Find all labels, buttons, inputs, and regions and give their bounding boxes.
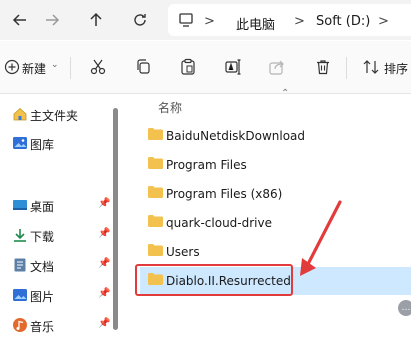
folder-icon — [148, 157, 163, 169]
breadcrumb-this-pc[interactable]: 此电脑 — [236, 14, 275, 33]
cut-icon — [90, 59, 106, 75]
download-icon — [14, 229, 26, 242]
file-row[interactable]: BaiduNetdiskDownload — [140, 122, 411, 150]
nav-item-label: 文档 — [30, 260, 55, 274]
nav-item-gallery[interactable]: 图库 — [0, 131, 120, 155]
folder-icon — [148, 186, 163, 198]
delete-icon — [317, 60, 329, 75]
desktop-icon — [13, 200, 27, 210]
chevron-down-icon[interactable]: ⌄ — [51, 60, 59, 70]
pin-icon[interactable]: 📌 — [98, 228, 110, 239]
pin-icon[interactable]: 📌 — [98, 198, 110, 209]
arrow-left-icon — [12, 14, 26, 26]
new-icon — [4, 59, 20, 75]
sort-icon — [363, 60, 379, 74]
annotation-arrow-icon — [300, 200, 342, 276]
nav-item-downloads[interactable]: 下载 📌 — [0, 223, 120, 247]
nav-item-desktop[interactable]: 桌面 📌 — [0, 193, 120, 217]
back-button[interactable] — [8, 8, 32, 32]
rename-button[interactable] — [221, 55, 245, 79]
address-bar-area: > 此电脑 > Soft (D:) > — [0, 0, 411, 40]
sort-caret-icon: ⌃ — [281, 88, 290, 99]
sort-button[interactable] — [359, 55, 383, 79]
up-button[interactable] — [84, 8, 108, 32]
sort-label[interactable]: 排序 — [384, 60, 408, 77]
nav-item-label: 主文件夹 — [30, 109, 79, 123]
folder-icon — [148, 244, 163, 256]
share-icon — [269, 60, 284, 75]
annotation-highlight-box — [135, 264, 293, 296]
documents-icon — [14, 258, 26, 272]
computer-icon — [179, 13, 193, 27]
chat-bubble-icon[interactable]: … — [398, 300, 411, 316]
gallery-icon — [13, 137, 27, 149]
pictures-icon — [13, 289, 27, 301]
chevron-right-icon: > — [378, 14, 389, 29]
chevron-right-icon: > — [204, 14, 215, 29]
nav-item-label: 图库 — [30, 138, 55, 152]
paste-button[interactable] — [176, 55, 200, 79]
file-name: Users — [166, 245, 200, 259]
nav-item-label: 桌面 — [30, 200, 55, 214]
breadcrumb-drive[interactable]: Soft (D:) — [316, 14, 370, 29]
arrow-right-icon — [46, 14, 60, 26]
toolbar-divider — [70, 57, 71, 79]
column-header-name[interactable]: 名称 — [158, 99, 182, 116]
arrow-up-icon — [90, 12, 102, 26]
file-row[interactable]: Program Files (x86) — [140, 180, 411, 208]
refresh-icon — [134, 14, 146, 26]
copy-button[interactable] — [131, 55, 155, 79]
paste-icon — [181, 58, 195, 75]
pin-icon[interactable]: 📌 — [98, 258, 110, 269]
toolbar-divider — [346, 57, 347, 79]
pin-icon[interactable]: 📌 — [98, 288, 110, 299]
copy-icon — [137, 59, 150, 74]
nav-item-home[interactable]: 主文件夹 — [0, 102, 120, 126]
pin-icon[interactable]: 📌 — [98, 318, 110, 329]
rename-icon — [225, 59, 241, 75]
new-label[interactable]: 新建 — [22, 60, 46, 77]
share-button[interactable] — [265, 55, 289, 79]
forward-button[interactable] — [40, 8, 64, 32]
music-icon — [13, 318, 27, 332]
cut-button[interactable] — [86, 55, 110, 79]
refresh-button[interactable] — [128, 8, 152, 32]
nav-item-pictures[interactable]: 图片 📌 — [0, 283, 120, 307]
file-name: Program Files (x86) — [166, 187, 283, 201]
new-button[interactable] — [0, 55, 24, 79]
nav-item-label: 音乐 — [30, 320, 55, 334]
file-name: Program Files — [166, 158, 247, 172]
nav-item-documents[interactable]: 文档 📌 — [0, 253, 120, 277]
nav-item-music[interactable]: 音乐 📌 — [0, 313, 120, 337]
file-row[interactable]: Program Files — [140, 151, 411, 179]
file-name: BaiduNetdiskDownload — [166, 129, 306, 143]
folder-icon — [148, 215, 163, 227]
file-row[interactable]: quark-cloud-drive — [140, 209, 411, 237]
home-icon — [13, 107, 27, 121]
folder-icon — [148, 128, 163, 140]
file-name: quark-cloud-drive — [166, 216, 272, 230]
nav-item-label: 下载 — [30, 230, 55, 244]
delete-button[interactable] — [311, 55, 335, 79]
chevron-right-icon: > — [294, 14, 305, 29]
nav-item-label: 图片 — [30, 290, 55, 304]
file-row[interactable]: Users — [140, 238, 411, 266]
address-box[interactable]: > 此电脑 > Soft (D:) > — [168, 4, 411, 36]
command-bar: 新建 ⌄ 排序 — [0, 41, 411, 94]
